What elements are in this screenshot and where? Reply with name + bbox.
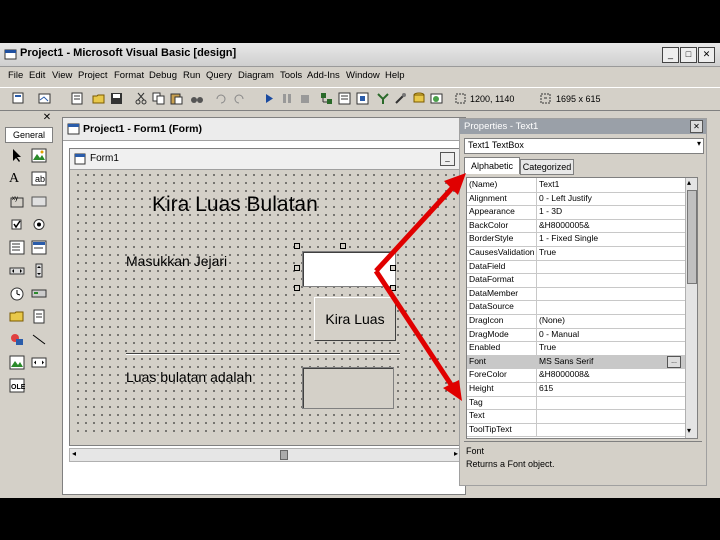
vb6-ide-window: Project1 - Microsoft Visual Basic [desig… (0, 43, 720, 498)
annotation-arrow-up (374, 184, 456, 273)
annotation-arrow-down (373, 269, 455, 388)
annotation-arrows (373, 173, 466, 401)
